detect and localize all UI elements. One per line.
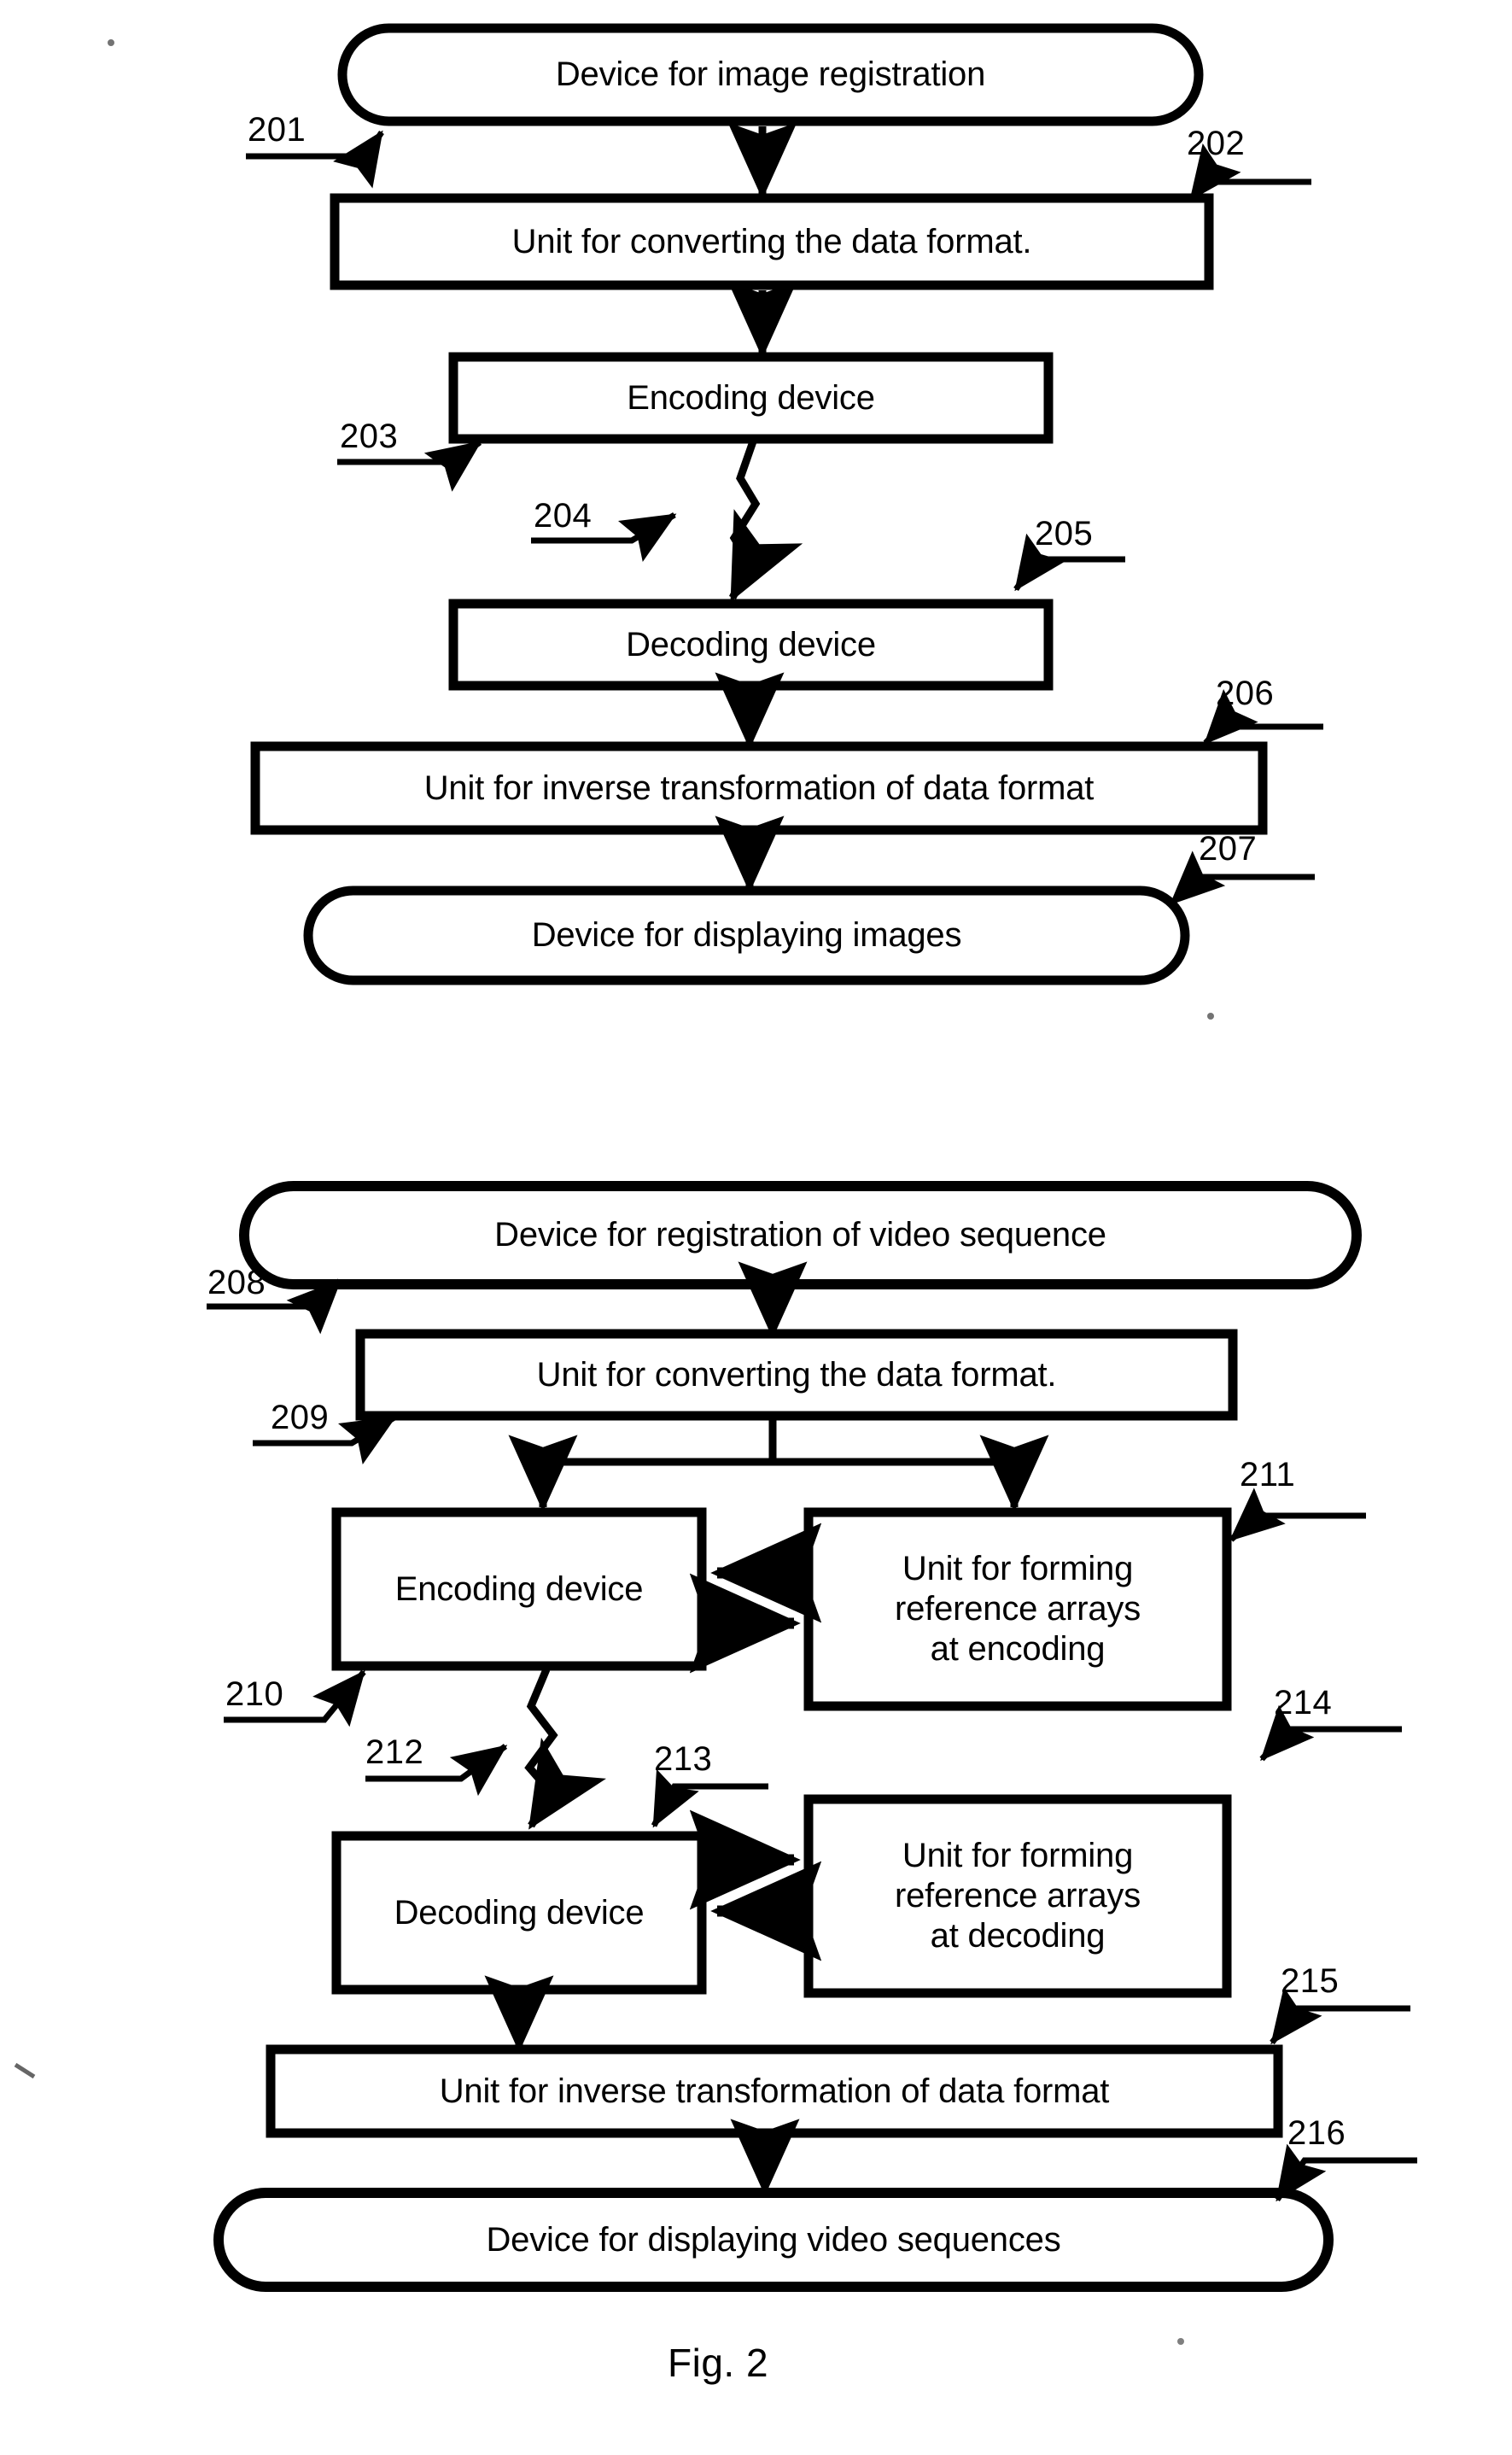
node-205-shape: [448, 599, 1054, 691]
node-215-shape: [266, 2044, 1283, 2138]
scan-speck-1: [108, 39, 114, 46]
leader-210: [224, 1669, 366, 1727]
node-214-shape: [803, 1794, 1232, 1998]
leader-207: [1169, 850, 1315, 906]
leader-212: [365, 1744, 508, 1797]
scan-speck-4: [1177, 2338, 1184, 2345]
figure-vector-layer: [14, 23, 1417, 2345]
node-213-shape: [331, 1831, 707, 1995]
scan-speck-3: [14, 2062, 36, 2079]
node-203-shape: [448, 352, 1054, 444]
leader-211: [1229, 1488, 1366, 1542]
leader-201: [246, 130, 384, 189]
node-208-shape: [239, 1181, 1362, 1289]
node-216-shape: [213, 2188, 1334, 2292]
figure-canvas: Device for image registration Unit for c…: [0, 0, 1512, 2455]
node-209-shape: [355, 1329, 1238, 1421]
edge-212-lightning: [524, 1668, 607, 1830]
node-206-shape: [250, 741, 1268, 835]
leader-205: [1013, 533, 1125, 592]
edge-204-lightning: [728, 440, 803, 602]
leader-213: [651, 1768, 768, 1828]
node-201-shape: [337, 23, 1204, 126]
node-210-shape: [331, 1507, 707, 1671]
scan-speck-2: [1207, 1013, 1214, 1020]
leader-214: [1259, 1704, 1402, 1762]
leader-204: [531, 511, 677, 562]
node-211-shape: [803, 1507, 1232, 1711]
figure-caption: Fig. 2: [668, 2341, 769, 2385]
leader-203: [337, 440, 482, 492]
leader-209: [253, 1414, 397, 1464]
node-202-shape: [330, 193, 1214, 290]
leader-215: [1270, 1987, 1410, 2045]
leader-206: [1203, 689, 1323, 745]
node-207-shape: [303, 886, 1190, 985]
